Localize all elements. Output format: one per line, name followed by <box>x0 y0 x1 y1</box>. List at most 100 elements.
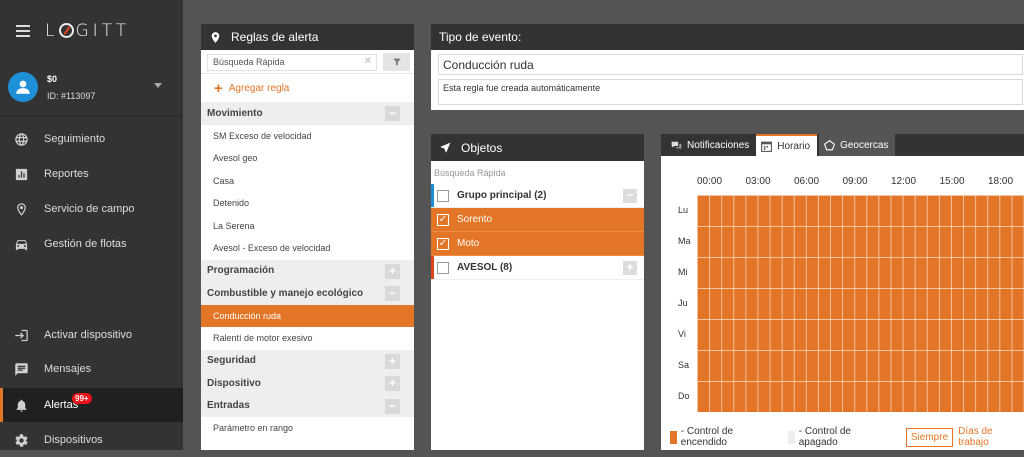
collapse-icon[interactable]: − <box>385 106 400 121</box>
nav-label: Mensajes <box>44 363 92 375</box>
rule-item[interactable]: Avesol geo <box>201 147 414 170</box>
tab-notificaciones[interactable]: Notificaciones <box>666 134 756 156</box>
location-pin-icon <box>211 31 220 43</box>
schedule-legend: - Control de encendido - Control de apag… <box>661 424 1024 450</box>
siempre-button[interactable]: Siempre <box>905 427 954 447</box>
hour-label: 09:00 <box>842 176 868 187</box>
tab-geocercas[interactable]: Geocercas <box>819 134 896 156</box>
rules-search-input[interactable]: Búsqueda Rápida ✕ <box>207 54 377 71</box>
rule-item[interactable]: SM Exceso de velocidad <box>201 125 414 148</box>
object-label: Grupo principal (2) <box>457 190 547 201</box>
rule-item[interactable]: Parámetro en rango <box>201 417 414 440</box>
rule-group[interactable]: Movimiento − <box>201 102 414 125</box>
add-rule-button[interactable]: + Agregar regla <box>201 74 414 102</box>
gear-icon <box>0 433 44 448</box>
filter-button[interactable] <box>383 53 410 71</box>
rule-item[interactable]: Ralentí de motor exesivo <box>201 327 414 350</box>
user-name: $0 <box>47 74 58 84</box>
schedule-panel: Notificaciones Horario Geocercas 00:00 03… <box>661 134 1024 450</box>
rules-list: Movimiento − SM Exceso de velocidad Avesol … <box>201 102 414 440</box>
comment-icon <box>671 141 682 149</box>
legend-off-label: - Control de apagado <box>798 426 851 448</box>
rule-group[interactable]: Entradas − <box>201 394 414 417</box>
rule-group-label: Seguridad <box>207 355 256 367</box>
panel-title: Reglas de alerta <box>231 30 319 44</box>
rule-group[interactable]: Seguridad + <box>201 349 414 372</box>
legend-on: - Control de encendido <box>670 426 779 448</box>
user-id: ID: #113097 <box>47 91 96 101</box>
event-type-field[interactable]: Conducción ruda <box>438 54 1023 75</box>
rule-group-label: Programación <box>207 265 275 277</box>
object-item[interactable]: ✓ Sorento <box>431 208 644 232</box>
object-item[interactable]: ✓ Moto <box>431 232 644 256</box>
sidebar-header: L GITT <box>0 0 183 60</box>
rule-item[interactable]: Conducción ruda <box>201 304 414 327</box>
chevron-down-icon[interactable] <box>154 83 162 88</box>
user-profile[interactable]: $0 ID: #113097 <box>8 72 178 104</box>
rule-item[interactable]: Avesol - Exceso de velocidad <box>201 237 414 260</box>
tab-bar: Notificaciones Horario Geocercas <box>661 134 1024 156</box>
avatar <box>8 72 38 102</box>
swatch-on <box>670 430 677 444</box>
tab-label: Horario <box>777 140 811 152</box>
login-icon <box>0 328 44 343</box>
rule-item[interactable]: Detenido <box>201 192 414 215</box>
objects-list: Grupo principal (2) − ✓ Sorento ✓ Moto AVESOL … <box>431 184 644 280</box>
expand-icon[interactable]: + <box>385 376 400 391</box>
location-pin-icon <box>0 202 44 217</box>
rule-group[interactable]: Programación + <box>201 259 414 282</box>
object-group[interactable]: AVESOL (8) + <box>431 256 644 280</box>
checkbox[interactable]: ✓ <box>437 213 449 226</box>
day-label: Do <box>678 391 690 401</box>
collapse-icon[interactable]: − <box>385 398 400 414</box>
day-label: Mi <box>678 267 688 277</box>
nav-alertas[interactable]: Alertas 99+ <box>0 388 183 422</box>
collapse-icon[interactable]: − <box>623 189 637 203</box>
nav-seguimiento[interactable]: Seguimiento <box>0 122 183 156</box>
menu-icon[interactable] <box>16 25 30 40</box>
nav-mensajes[interactable]: Mensajes <box>0 352 183 386</box>
dias-de-trabajo-link[interactable]: Días de trabajo <box>958 426 1024 448</box>
nav-reportes[interactable]: Reportes <box>0 157 183 191</box>
navigation-arrow-icon <box>440 142 451 153</box>
rule-group-label: Movimiento <box>207 107 263 119</box>
objects-search-input[interactable]: Búsqueda Rápida <box>431 161 644 184</box>
object-group[interactable]: Grupo principal (2) − <box>431 184 644 208</box>
plus-icon: + <box>214 79 223 97</box>
schedule-grid[interactable] <box>697 195 1024 412</box>
rule-group[interactable]: Dispositivo + <box>201 372 414 395</box>
rule-group[interactable]: Combustible y manejo ecológico − <box>201 282 414 305</box>
checkbox[interactable]: ✓ <box>437 237 449 250</box>
expand-icon[interactable]: + <box>385 353 400 369</box>
rule-item[interactable]: Casa <box>201 170 414 193</box>
nav-dispositivos[interactable]: Dispositivos <box>0 423 183 457</box>
close-icon[interactable]: ✕ <box>364 56 372 67</box>
hour-label: 12:00 <box>891 176 917 187</box>
object-label: AVESOL (8) <box>457 262 513 273</box>
tab-label: Notificaciones <box>687 139 750 151</box>
user-icon <box>16 80 30 94</box>
nav-activar-dispositivo[interactable]: Activar dispositivo <box>0 318 183 352</box>
legend-on-label: - Control de encendido <box>680 426 734 448</box>
rule-item[interactable]: La Serena <box>201 215 414 238</box>
checkbox[interactable] <box>437 261 449 274</box>
legend-off: - Control de apagado <box>787 426 890 448</box>
hour-label: 00:00 <box>697 176 723 187</box>
day-label: Ma <box>678 236 691 246</box>
hour-label: 06:00 <box>794 176 820 187</box>
description-field[interactable]: Esta regla fue creada automáticamente <box>438 79 1023 105</box>
nav-gestion-de-flotas[interactable]: Gestión de flotas <box>0 227 183 261</box>
nav-servicio-de-campo[interactable]: Servicio de campo <box>0 192 183 226</box>
nav-label: Dispositivos <box>44 434 103 446</box>
calendar-icon <box>761 141 773 152</box>
collapse-icon[interactable]: − <box>385 286 400 301</box>
expand-icon[interactable]: + <box>385 263 400 279</box>
checkbox[interactable] <box>437 189 449 202</box>
group-color-bar <box>431 184 434 207</box>
expand-icon[interactable]: + <box>623 261 637 275</box>
tab-horario[interactable]: Horario <box>756 134 818 156</box>
object-label: Sorento <box>457 214 493 225</box>
panel-title: Objetos <box>461 140 503 155</box>
hour-labels: 00:00 03:00 06:00 09:00 12:00 15:00 18:00 <box>661 176 1024 188</box>
tab-label: Geocercas <box>840 139 889 151</box>
